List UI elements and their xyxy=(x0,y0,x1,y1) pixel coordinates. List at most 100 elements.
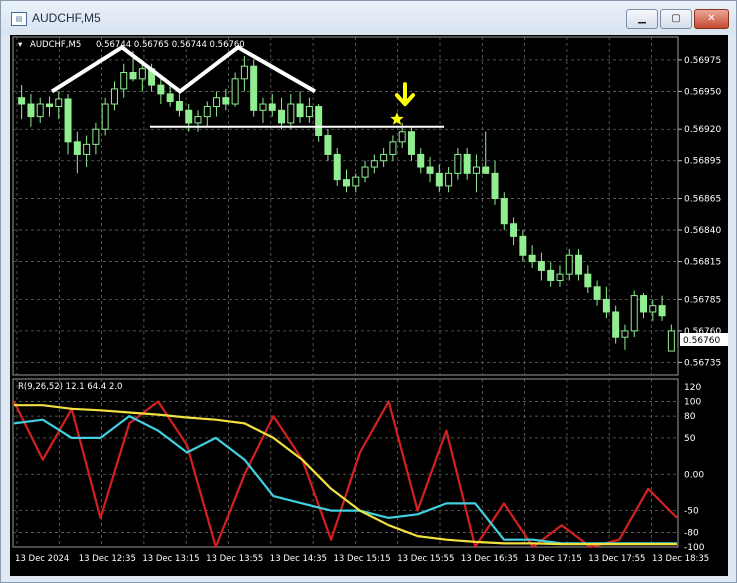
candle-body xyxy=(454,153,462,174)
candle-body xyxy=(324,135,332,155)
candle-body xyxy=(519,235,527,256)
indicator-tick-label: 0.00 xyxy=(684,470,704,480)
indicator-tick-label: -50 xyxy=(684,507,699,517)
candle-body xyxy=(361,166,369,178)
candle-body xyxy=(203,106,211,118)
indicator-tick-label: 120 xyxy=(684,383,701,393)
candle-body xyxy=(417,153,425,168)
candle-body xyxy=(18,97,26,105)
price-tick-label: 0.56840 xyxy=(684,226,721,236)
indicator-line-cyan xyxy=(13,415,677,545)
candle-body xyxy=(352,176,360,187)
candle-body xyxy=(547,269,555,281)
candle-body xyxy=(55,98,63,108)
candle-body xyxy=(621,330,629,338)
candle-body xyxy=(445,172,453,187)
candle-body xyxy=(380,153,388,162)
time-tick-label: 13 Dec 15:55 xyxy=(397,554,454,564)
ohlc-label: 0.56744 0.56765 0.56744 0.56760 xyxy=(96,40,245,50)
candle-body xyxy=(333,153,341,181)
candlestick-series xyxy=(18,51,675,352)
candle-body xyxy=(213,97,221,108)
candle-body xyxy=(584,273,592,288)
close-button[interactable]: ✕ xyxy=(694,9,729,29)
candle-body xyxy=(64,98,72,143)
time-tick-label: 13 Dec 16:35 xyxy=(461,554,518,564)
price-tick-label: 0.56975 xyxy=(684,56,721,66)
indicator-label: R(9,26,52) 12.1 64.4 2.0 xyxy=(18,382,122,392)
candle-body xyxy=(389,141,397,155)
title-bar[interactable]: ▤ AUDCHF,M5 ▁ ▢ ✕ xyxy=(1,1,736,35)
indicator-axis: 120 100 80 50 0.00 -50 -80 -100 xyxy=(684,383,705,553)
candle-body xyxy=(287,103,295,124)
candle-body xyxy=(398,131,406,143)
candle-body xyxy=(491,172,499,200)
indicator-tick-label: -100 xyxy=(684,543,705,553)
candle-body xyxy=(612,311,620,338)
candle-body xyxy=(343,179,350,187)
candle-body xyxy=(296,103,304,118)
candle-body xyxy=(166,93,174,102)
price-tick-label: 0.56895 xyxy=(684,157,721,167)
candle-body xyxy=(630,295,638,332)
double-top-zigzag xyxy=(50,44,316,94)
candle-body xyxy=(92,128,100,145)
candle-body xyxy=(175,100,183,111)
time-tick-label: 13 Dec 17:55 xyxy=(588,554,645,564)
time-tick-label: 13 Dec 2024 xyxy=(15,554,69,564)
candle-body xyxy=(537,261,545,271)
price-tick-label: 0.56815 xyxy=(684,258,721,268)
minimize-button[interactable]: ▁ xyxy=(626,9,658,29)
chart-menu-arrow[interactable]: ▾ xyxy=(18,40,23,50)
candle-body xyxy=(73,141,81,155)
signal-star-icon xyxy=(390,112,404,125)
candle-body xyxy=(463,153,471,174)
candle-body xyxy=(575,254,583,275)
candle-body xyxy=(602,298,610,313)
candle-body xyxy=(315,106,323,137)
chart-grid xyxy=(12,36,679,548)
candle-body xyxy=(528,254,536,263)
chart-window-icon: ▤ xyxy=(11,12,27,26)
candle-body xyxy=(268,103,276,111)
time-tick-label: 13 Dec 12:35 xyxy=(79,554,136,564)
candle-body xyxy=(250,65,258,111)
price-axis: 0.56975 0.56950 0.56920 0.56895 0.56865 0.568… xyxy=(678,56,721,368)
price-tick-label: 0.56950 xyxy=(684,87,721,97)
candle-body xyxy=(407,131,415,155)
close-icon: ✕ xyxy=(707,13,716,24)
window-title: AUDCHF,M5 xyxy=(32,11,101,25)
candle-body xyxy=(482,166,490,174)
candle-body xyxy=(36,103,44,118)
time-axis: 13 Dec 2024 13 Dec 12:35 13 Dec 13:15 13 De… xyxy=(15,554,709,564)
candle-body xyxy=(435,172,443,187)
current-price-tag: 0.56760 xyxy=(683,336,720,346)
candle-body xyxy=(426,166,434,174)
price-tick-label: 0.56920 xyxy=(684,125,721,135)
candle-body xyxy=(667,330,675,352)
minimize-icon: ▁ xyxy=(638,13,646,24)
price-tick-label: 0.56865 xyxy=(684,195,721,205)
chart-area[interactable]: ▾ AUDCHF,M5 0.56744 0.56765 0.56744 0.56… xyxy=(10,35,728,576)
candle-body xyxy=(101,103,109,130)
maximize-icon: ▢ xyxy=(671,13,681,24)
candle-body xyxy=(110,88,118,105)
candle-body xyxy=(45,103,53,108)
price-chart-svg[interactable]: ▾ AUDCHF,M5 0.56744 0.56765 0.56744 0.56… xyxy=(10,35,728,576)
candle-body xyxy=(194,116,202,124)
candle-body xyxy=(129,72,137,80)
pattern-annotation xyxy=(50,44,444,128)
candle-body xyxy=(500,198,508,225)
candle-body xyxy=(640,295,648,313)
candle-body xyxy=(278,109,286,124)
candle-body xyxy=(305,106,313,118)
maximize-button[interactable]: ▢ xyxy=(660,9,692,29)
indicator-tick-label: 80 xyxy=(684,412,696,422)
candle-body xyxy=(83,143,91,155)
candle-body xyxy=(472,166,480,174)
candle-body xyxy=(185,109,193,124)
time-tick-label: 13 Dec 13:55 xyxy=(206,554,263,564)
candle-body xyxy=(222,97,230,105)
time-tick-label: 13 Dec 14:35 xyxy=(270,554,327,564)
candle-body xyxy=(240,65,248,80)
